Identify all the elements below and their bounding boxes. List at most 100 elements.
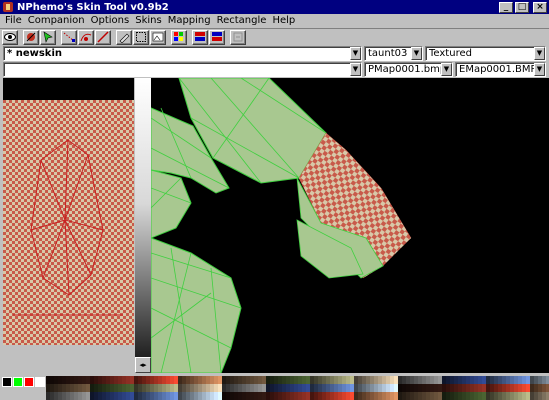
palette-cell[interactable] — [250, 392, 254, 400]
palette-cell[interactable] — [502, 384, 506, 392]
palette-cell[interactable] — [166, 384, 170, 392]
palette-cell[interactable] — [474, 376, 478, 384]
palette-cell[interactable] — [414, 384, 418, 392]
palette-cell[interactable] — [326, 392, 330, 400]
palette-cell[interactable] — [346, 384, 350, 392]
palette-cell[interactable] — [414, 376, 418, 384]
palette-cell[interactable] — [82, 392, 86, 400]
menu-help[interactable]: Help — [269, 15, 298, 26]
palette-cell[interactable] — [62, 392, 66, 400]
palette-cell[interactable] — [174, 384, 178, 392]
palette-cell[interactable] — [94, 384, 98, 392]
palette-cell[interactable] — [306, 392, 310, 400]
palette-cell[interactable] — [134, 392, 138, 400]
palette-cell[interactable] — [498, 392, 502, 400]
palette-cell[interactable] — [206, 376, 210, 384]
palette-cell[interactable] — [258, 376, 262, 384]
palette-cell[interactable] — [254, 384, 258, 392]
palette-cell[interactable] — [218, 384, 222, 392]
palette-cell[interactable] — [118, 376, 122, 384]
palette-cell[interactable] — [106, 376, 110, 384]
palette-cell[interactable] — [290, 384, 294, 392]
palette-cell[interactable] — [414, 392, 418, 400]
palette-cell[interactable] — [50, 392, 54, 400]
palette-cell[interactable] — [450, 392, 454, 400]
palette-cell[interactable] — [94, 376, 98, 384]
palette-cell[interactable] — [178, 376, 182, 384]
palette-cell[interactable] — [78, 392, 82, 400]
palette-cell[interactable] — [470, 376, 474, 384]
palette-cell[interactable] — [154, 376, 158, 384]
palette-cell[interactable] — [274, 376, 278, 384]
palette-cell[interactable] — [238, 376, 242, 384]
palette-cell[interactable] — [158, 376, 162, 384]
palette-cell[interactable] — [206, 384, 210, 392]
color-palette-icon[interactable] — [171, 29, 187, 45]
palette-cell[interactable] — [50, 376, 54, 384]
emap-dropdown-icon[interactable]: ▼ — [534, 63, 545, 76]
palette-cell[interactable] — [406, 392, 410, 400]
palette-cell[interactable] — [302, 376, 306, 384]
palette-cell[interactable] — [370, 384, 374, 392]
palette-cell[interactable] — [182, 376, 186, 384]
palette-cell[interactable] — [322, 384, 326, 392]
palette-cell[interactable] — [330, 384, 334, 392]
secondary-combo[interactable]: ▼ — [3, 62, 362, 77]
palette-cell[interactable] — [430, 392, 434, 400]
palette-cell[interactable] — [474, 384, 478, 392]
palette-cell[interactable] — [202, 384, 206, 392]
palette-cell[interactable] — [506, 384, 510, 392]
palette-cell[interactable] — [462, 392, 466, 400]
palette-cell[interactable] — [274, 384, 278, 392]
palette-cell[interactable] — [202, 376, 206, 384]
palette-cell[interactable] — [262, 376, 266, 384]
palette-cell[interactable] — [154, 384, 158, 392]
palette-cell[interactable] — [326, 376, 330, 384]
palette-cell[interactable] — [138, 384, 142, 392]
palette-cell[interactable] — [226, 376, 230, 384]
palette-cell[interactable] — [246, 392, 250, 400]
palette-cell[interactable] — [310, 376, 314, 384]
palette-cell[interactable] — [142, 384, 146, 392]
palette-cell[interactable] — [322, 376, 326, 384]
palette-cell[interactable] — [314, 392, 318, 400]
palette-cell[interactable] — [106, 384, 110, 392]
palette-cell[interactable] — [258, 392, 262, 400]
palette-cell[interactable] — [230, 384, 234, 392]
palette-cell[interactable] — [126, 392, 130, 400]
swatch-black[interactable] — [2, 377, 12, 387]
palette-cell[interactable] — [330, 376, 334, 384]
palette-cell[interactable] — [542, 392, 546, 400]
palette-cell[interactable] — [278, 384, 282, 392]
palette-cell[interactable] — [298, 376, 302, 384]
palette-cell[interactable] — [342, 384, 346, 392]
palette-cell[interactable] — [426, 392, 430, 400]
palette-cell[interactable] — [194, 376, 198, 384]
palette-cell[interactable] — [46, 392, 50, 400]
palette-cell[interactable] — [510, 376, 514, 384]
palette-cell[interactable] — [534, 384, 538, 392]
palette-cell[interactable] — [138, 376, 142, 384]
palette-cell[interactable] — [490, 392, 494, 400]
palette-cell[interactable] — [286, 392, 290, 400]
palette-cell[interactable] — [542, 384, 546, 392]
skin-texture-panel[interactable] — [3, 78, 134, 345]
palette-cell[interactable] — [418, 376, 422, 384]
palette-cell[interactable] — [58, 376, 62, 384]
palette-cell[interactable] — [90, 376, 94, 384]
palette-cell[interactable] — [530, 392, 534, 400]
palette-cell[interactable] — [190, 376, 194, 384]
vertical-scrollbar[interactable]: ◂▸ — [135, 78, 151, 373]
palette-cell[interactable] — [390, 384, 394, 392]
palette-cell[interactable] — [262, 384, 266, 392]
palette-cell[interactable] — [198, 376, 202, 384]
palette-cell[interactable] — [454, 376, 458, 384]
palette-cell[interactable] — [266, 392, 270, 400]
palette-cell[interactable] — [346, 376, 350, 384]
palette-cell[interactable] — [70, 384, 74, 392]
palette-cell[interactable] — [222, 384, 226, 392]
palette-cell[interactable] — [242, 384, 246, 392]
palette-cell[interactable] — [378, 384, 382, 392]
current-color-swatches[interactable] — [2, 377, 46, 387]
palette-cell[interactable] — [110, 384, 114, 392]
